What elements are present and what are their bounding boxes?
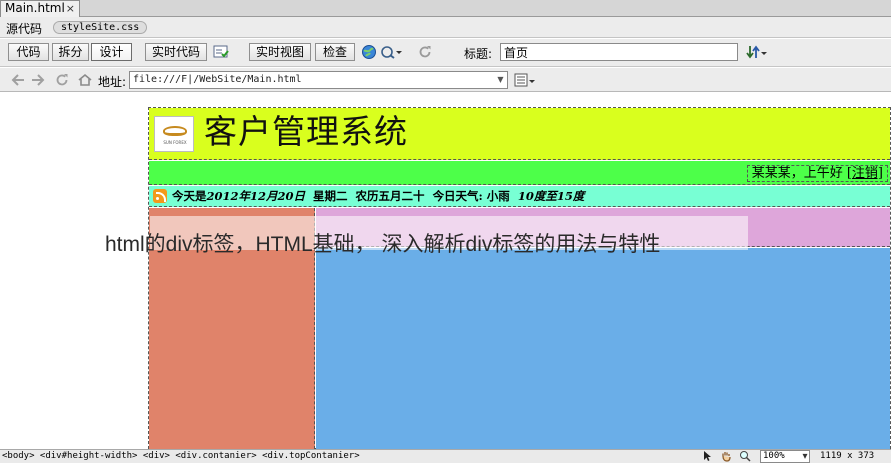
tab-label: Main.html bbox=[5, 1, 65, 15]
document-toolbar: 代码 拆分 设计 实时代码 实时视图 检查 标题: bbox=[0, 39, 891, 67]
hand-tool-icon[interactable] bbox=[719, 450, 733, 463]
inspect-button[interactable]: 检查 bbox=[315, 43, 355, 61]
chevron-down-icon[interactable]: ▼ bbox=[494, 72, 507, 88]
logo-text: SUN FOREX bbox=[163, 140, 187, 145]
caption-overlay-text: html的div标签，HTML基础， 深入解析div标签的用法与特性 bbox=[105, 233, 661, 256]
close-icon[interactable]: × bbox=[66, 1, 75, 16]
reload-icon[interactable] bbox=[54, 72, 70, 88]
logo-icon bbox=[163, 126, 187, 136]
date-value: 2012年12月20日 bbox=[206, 189, 306, 203]
check-page-icon[interactable] bbox=[213, 44, 229, 60]
user-greeting-box: 某某某，上午好 [注销] bbox=[746, 165, 888, 182]
tab-main-html[interactable]: Main.html × bbox=[0, 0, 80, 17]
weekday: 星期二 bbox=[313, 189, 348, 203]
address-input[interactable]: file:///F|/WebSite/Main.html bbox=[129, 71, 508, 89]
title-input[interactable] bbox=[500, 43, 738, 61]
css-file-link[interactable]: styleSite.css bbox=[53, 21, 148, 34]
forward-arrow-icon[interactable] bbox=[30, 72, 46, 88]
live-code-button[interactable]: 实时代码 bbox=[145, 43, 207, 61]
user-bar[interactable]: 某某某，上午好 [注销] bbox=[149, 161, 890, 185]
tag-selector[interactable]: <body> <div#height-width> <div> <div.con… bbox=[2, 450, 360, 463]
company-logo: SUN FOREX bbox=[154, 116, 194, 152]
split-view-button[interactable]: 拆分 bbox=[52, 43, 89, 61]
address-label: 地址: bbox=[98, 75, 127, 89]
page-container[interactable]: SUN FOREX 客户管理系统 某某某，上午好 [注销] 今天是2012年12… bbox=[148, 107, 891, 449]
logout-link[interactable]: [注销] bbox=[847, 166, 883, 181]
back-arrow-icon[interactable] bbox=[10, 72, 26, 88]
system-title: 客户管理系统 bbox=[204, 112, 408, 151]
document-tab-bar: Main.html × bbox=[0, 0, 891, 17]
home-icon[interactable] bbox=[77, 72, 93, 88]
view-options-icon[interactable] bbox=[514, 72, 536, 88]
date-line: 今天是2012年12月20日 星期二 农历五月二十 今日天气: 小雨 10度至1… bbox=[172, 188, 584, 204]
file-management-icon[interactable] bbox=[380, 44, 402, 60]
weather: 今日天气: 小雨 bbox=[432, 189, 510, 203]
status-bar: <body> <div#height-width> <div> <div.con… bbox=[0, 449, 891, 463]
header-section[interactable]: SUN FOREX 客户管理系统 bbox=[149, 108, 890, 160]
source-code-link[interactable]: 源代码 bbox=[6, 20, 42, 37]
related-files-bar: 源代码 styleSite.css bbox=[0, 17, 891, 38]
code-view-button[interactable]: 代码 bbox=[8, 43, 49, 61]
temperature: 10度至15度 bbox=[517, 189, 585, 203]
design-canvas[interactable]: SUN FOREX 客户管理系统 某某某，上午好 [注销] 今天是2012年12… bbox=[0, 93, 891, 449]
browser-navigation-bar: 地址: file:///F|/WebSite/Main.html ▼ bbox=[0, 68, 891, 92]
main-content-section[interactable] bbox=[316, 248, 890, 449]
title-label: 标题: bbox=[464, 47, 493, 61]
zoom-tool-icon[interactable] bbox=[738, 450, 752, 463]
date-bar[interactable]: 今天是2012年12月20日 星期二 农历五月二十 今日天气: 小雨 10度至1… bbox=[149, 186, 890, 207]
live-view-button[interactable]: 实时视图 bbox=[249, 43, 311, 61]
sort-updown-icon[interactable] bbox=[746, 44, 768, 60]
refresh-icon[interactable] bbox=[417, 44, 433, 60]
design-view-button[interactable]: 设计 bbox=[91, 43, 132, 61]
pointer-tool-icon[interactable] bbox=[700, 450, 714, 463]
date-prefix: 今天是 bbox=[172, 189, 207, 203]
lunar-date: 农历五月二十 bbox=[355, 189, 425, 203]
chevron-down-icon[interactable]: ▾ bbox=[798, 450, 812, 463]
user-greeting: 某某某，上午好 bbox=[751, 166, 843, 181]
window-dimensions: 1119 x 373 bbox=[820, 451, 875, 461]
globe-icon[interactable] bbox=[361, 44, 377, 60]
rss-icon bbox=[153, 189, 167, 203]
